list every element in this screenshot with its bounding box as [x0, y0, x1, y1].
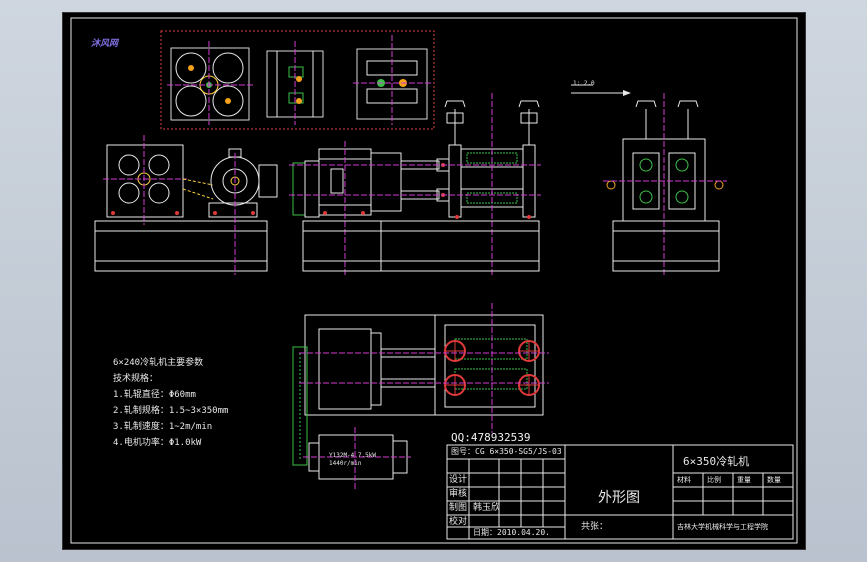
machine-name: 6×350冷轧机 [683, 455, 750, 468]
drafter-name: 韩玉欣 [473, 503, 501, 513]
company-name: 吉林大学机械科学与工程学院 [677, 523, 768, 531]
spec-line: 1.轧辊直径：Φ60mm [113, 390, 196, 400]
spec-line: 3.轧制速度：1~2m/min [113, 422, 213, 432]
left-end-view [94, 135, 278, 275]
dimension-label: 1: 2.0 [573, 80, 595, 87]
col-header: 重量 [737, 476, 751, 484]
col-header: 数量 [767, 476, 781, 484]
tb-row-label: 制图 [449, 503, 468, 513]
drawing-date: 日期：2010.04.20. [473, 528, 550, 537]
motor-label: 1440r/min [329, 460, 362, 467]
right-side-view [571, 84, 727, 275]
sheet-count: 共张： [581, 522, 609, 532]
drawing-sheet: 沐风网 6×240冷轧机主要参数 技术规格： 1.轧辊直径：Φ60mm 2.轧制… [62, 12, 806, 550]
spec-line: 4.电机功率：Φ1.0kW [113, 438, 202, 448]
drawing-number: 图号：CG 6×350-SG5/JS-03 [451, 447, 562, 456]
tb-row-label: 校对 [449, 517, 468, 527]
col-header: 比例 [707, 476, 721, 484]
cad-drawing [70, 17, 798, 544]
logo-text: 沐风网 [91, 39, 119, 49]
spec-line: 技术规格： [113, 374, 159, 384]
spec-line: 2.轧制规格：1.5~3×350mm [113, 406, 229, 416]
logo-icon: 沐风网 [91, 40, 118, 49]
qq-contact: QQ:478932539 [451, 431, 531, 444]
view-name: 外形图 [598, 490, 640, 506]
tb-row-label: 设计 [449, 475, 468, 485]
spec-title: 6×240冷轧机主要参数 [113, 358, 204, 368]
motor-label: Y132M-4 7.5kW [329, 452, 376, 459]
tb-row-label: 审核 [449, 489, 468, 499]
main-elevation-view [289, 93, 541, 275]
overview-panel [160, 30, 435, 130]
col-header: 材料 [677, 476, 691, 484]
